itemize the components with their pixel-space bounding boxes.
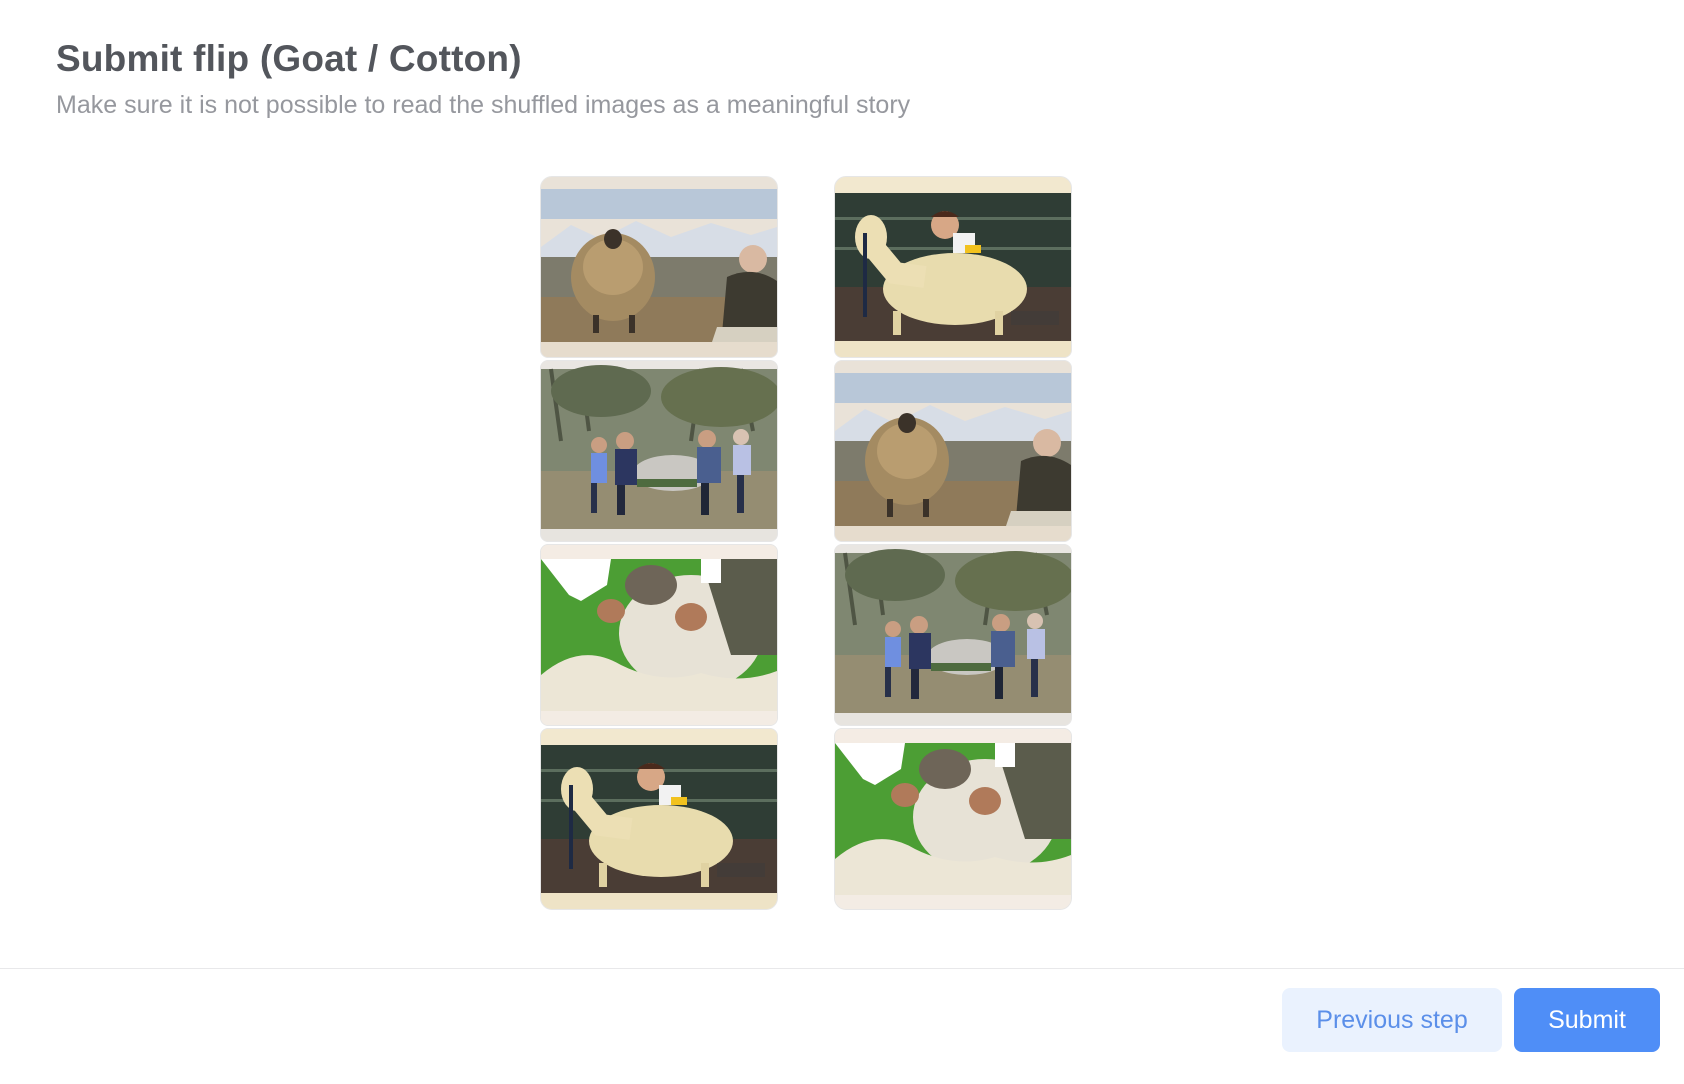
submit-button[interactable]: Submit <box>1514 988 1660 1052</box>
previous-step-button[interactable]: Previous step <box>1282 988 1502 1052</box>
flip-left-column <box>540 176 778 912</box>
shorn-sheep-image <box>541 729 777 909</box>
flip-image-shearing <box>540 544 778 726</box>
footer-divider <box>0 968 1684 969</box>
flip-image-shearing <box>834 728 1072 910</box>
shearing-image <box>541 545 777 725</box>
carrying-sheep-image <box>541 361 777 541</box>
carrying-sheep-image <box>835 545 1071 725</box>
flip-image-shorn-sheep <box>834 176 1072 358</box>
flip-image-carrying-sheep <box>834 544 1072 726</box>
shorn-sheep-image <box>835 177 1071 357</box>
page-title: Submit flip (Goat / Cotton) <box>56 38 522 79</box>
fluffy-sheep-image <box>835 361 1071 541</box>
flip-image-fluffy-sheep <box>834 360 1072 542</box>
flip-image-fluffy-sheep <box>540 176 778 358</box>
page-header: Submit flip (Goat / Cotton) Make sure it… <box>56 36 910 122</box>
flip-image-shorn-sheep <box>540 728 778 910</box>
page-subtitle: Make sure it is not possible to read the… <box>56 91 911 119</box>
flip-right-column <box>834 176 1072 912</box>
fluffy-sheep-image <box>541 177 777 357</box>
shearing-image <box>835 729 1071 909</box>
flip-image-carrying-sheep <box>540 360 778 542</box>
